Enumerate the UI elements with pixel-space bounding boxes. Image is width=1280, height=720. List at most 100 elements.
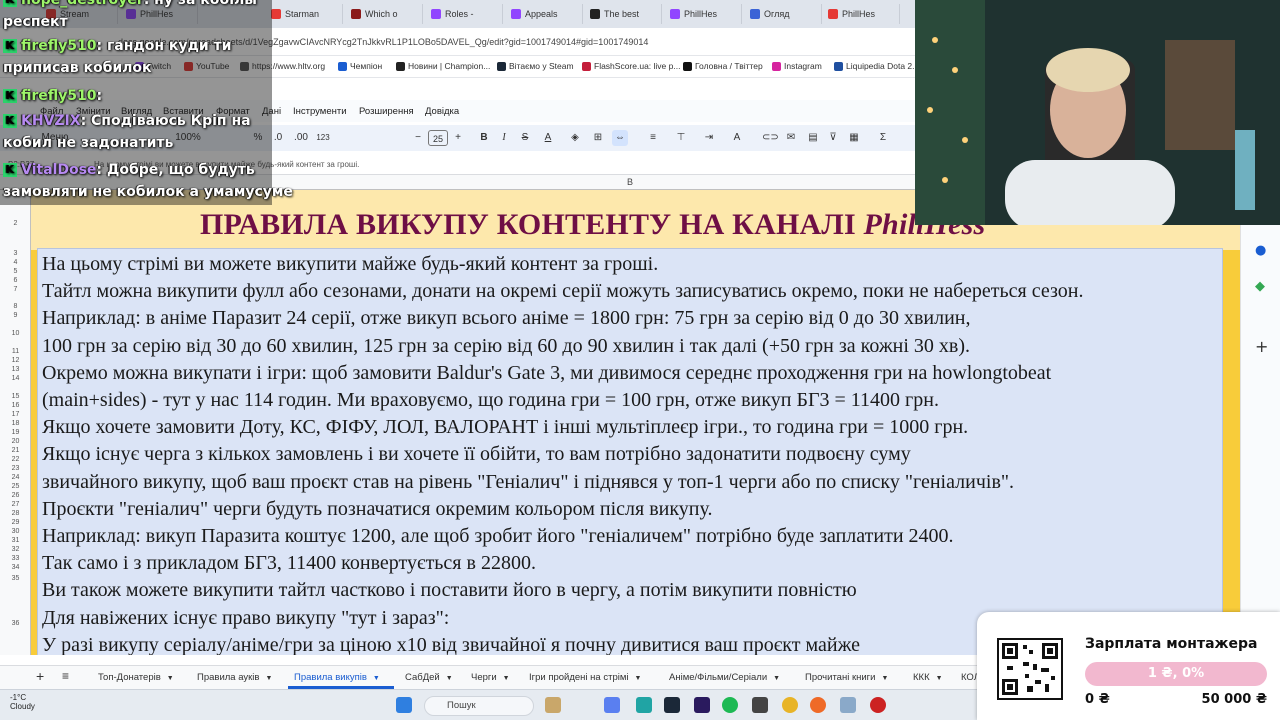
- discord-icon[interactable]: [604, 697, 620, 713]
- app-icon[interactable]: [636, 697, 652, 713]
- browser-tab[interactable]: The best: [584, 4, 662, 24]
- row-number[interactable]: 6: [0, 277, 31, 284]
- browser-tab[interactable]: Starman: [265, 4, 343, 24]
- chevron-down-icon[interactable]: ▼: [265, 675, 272, 682]
- row-number[interactable]: 24: [0, 474, 31, 481]
- functions-icon[interactable]: Σ: [876, 130, 890, 146]
- chevron-down-icon[interactable]: ▼: [446, 675, 453, 682]
- bookmark-item[interactable]: Новини | Champion...: [396, 61, 490, 71]
- firefox-icon[interactable]: [810, 697, 826, 713]
- decrease-decimal-button[interactable]: .0: [270, 130, 286, 146]
- row-number[interactable]: 27: [0, 501, 31, 508]
- sheet-tab[interactable]: ККК ▼: [913, 672, 943, 683]
- chevron-down-icon[interactable]: ▼: [881, 675, 888, 682]
- row-number[interactable]: 8: [0, 303, 31, 310]
- row-number[interactable]: 11: [0, 348, 31, 355]
- premiere-icon[interactable]: [694, 697, 710, 713]
- sheet-tab[interactable]: Правила ауків ▼: [197, 672, 272, 683]
- link-icon[interactable]: ⊂⊃: [762, 130, 779, 146]
- rotate-text-icon[interactable]: A: [730, 130, 744, 146]
- spotify-icon[interactable]: [722, 697, 738, 713]
- sheet-tab[interactable]: СабДей ▼: [405, 672, 453, 683]
- filter-icon[interactable]: ⊽: [826, 130, 840, 146]
- sheet-tab[interactable]: Прочитані книги ▼: [805, 672, 888, 683]
- row-number[interactable]: 30: [0, 528, 31, 535]
- chevron-down-icon[interactable]: ▼: [634, 675, 641, 682]
- row-number[interactable]: 33: [0, 555, 31, 562]
- rules-cell[interactable]: На цьому стрімі ви можете викупити майже…: [37, 248, 1223, 655]
- sheet-tab[interactable]: Правила викупів ▼: [288, 672, 394, 689]
- start-icon[interactable]: [396, 697, 412, 713]
- browser-tab[interactable]: Which o: [345, 4, 423, 24]
- browser-tab[interactable]: Огляд: [744, 4, 822, 24]
- font-size-plus-icon[interactable]: +: [452, 130, 464, 146]
- maps-icon[interactable]: ◆: [1255, 279, 1265, 294]
- row-number[interactable]: 10: [0, 330, 31, 337]
- sheet-tab[interactable]: Аніме/Фільми/Серіали ▼: [669, 672, 780, 683]
- comment-icon[interactable]: ✉: [784, 130, 798, 146]
- align-left-icon[interactable]: ≡: [646, 130, 660, 146]
- merge-cells-icon[interactable]: ⇔: [612, 130, 628, 146]
- text-color-icon[interactable]: A: [541, 130, 555, 146]
- bookmark-item[interactable]: Вітаємо у Steam: [497, 61, 574, 71]
- row-number[interactable]: 25: [0, 483, 31, 490]
- chevron-down-icon[interactable]: ▼: [936, 675, 943, 682]
- row-number[interactable]: 28: [0, 510, 31, 517]
- sheet-tab[interactable]: Черги ▼: [471, 672, 510, 683]
- row-number[interactable]: 19: [0, 429, 31, 436]
- menu-item[interactable]: Розширення: [359, 106, 414, 117]
- row-number[interactable]: 34: [0, 564, 31, 571]
- contacts-icon[interactable]: ●: [1255, 243, 1266, 258]
- browser-tab[interactable]: Appeals: [505, 4, 583, 24]
- chevron-down-icon[interactable]: ▼: [773, 675, 780, 682]
- row-number[interactable]: 5: [0, 268, 31, 275]
- spreadsheet-grid[interactable]: ПРАВИЛА ВИКУПУ КОНТЕНТУ НА КАНАЛІ PhillH…: [31, 190, 1240, 655]
- menu-item[interactable]: Інструменти: [293, 106, 347, 117]
- bold-icon[interactable]: B: [478, 130, 490, 146]
- browser-tab[interactable]: Roles -: [425, 4, 503, 24]
- bookmark-item[interactable]: Чемпіон: [338, 61, 382, 71]
- strikethrough-icon[interactable]: S: [519, 130, 531, 146]
- row-header[interactable]: 2 3 4 5 6 7 8 9 10 11 12 13 14 15 16 17 18 19 20 21 22 23 24 25…: [0, 190, 31, 655]
- row-number[interactable]: 16: [0, 402, 31, 409]
- chevron-down-icon[interactable]: ▼: [167, 675, 174, 682]
- chart-icon[interactable]: ▤: [806, 130, 820, 146]
- add-addon-icon[interactable]: +: [1255, 337, 1268, 356]
- add-sheet-icon[interactable]: +: [36, 668, 44, 684]
- chevron-down-icon[interactable]: ▼: [503, 675, 510, 682]
- increase-decimal-button[interactable]: .00: [292, 130, 310, 146]
- sheet-tab[interactable]: Топ-Донатерів ▼: [98, 672, 174, 683]
- fill-color-icon[interactable]: ◈: [568, 130, 582, 146]
- row-number[interactable]: 36: [0, 620, 31, 627]
- row-number[interactable]: 2: [0, 220, 31, 227]
- browser-tab[interactable]: PhillHes: [822, 4, 900, 24]
- valign-icon[interactable]: ⊤: [674, 130, 688, 146]
- chrome-icon[interactable]: [782, 697, 798, 713]
- row-number[interactable]: 21: [0, 447, 31, 454]
- row-number[interactable]: 35: [0, 575, 31, 582]
- browser-tab[interactable]: PhillHes: [664, 4, 742, 24]
- row-number[interactable]: 29: [0, 519, 31, 526]
- row-number[interactable]: 4: [0, 259, 31, 266]
- row-number[interactable]: 14: [0, 375, 31, 382]
- row-number[interactable]: 15: [0, 393, 31, 400]
- sheet-tab[interactable]: Ігри пройдені на стрімі ▼: [529, 672, 641, 683]
- row-number[interactable]: 18: [0, 420, 31, 427]
- row-number[interactable]: 32: [0, 546, 31, 553]
- app-red-icon[interactable]: [870, 697, 886, 713]
- obs-icon[interactable]: [752, 697, 768, 713]
- row-number[interactable]: 3: [0, 250, 31, 257]
- bookmark-item[interactable]: Liquipedia Dota 2...: [834, 61, 919, 71]
- row-number[interactable]: 12: [0, 357, 31, 364]
- all-sheets-icon[interactable]: ≡: [62, 669, 69, 683]
- row-number[interactable]: 31: [0, 537, 31, 544]
- row-number[interactable]: 7: [0, 286, 31, 293]
- italic-icon[interactable]: I: [498, 130, 510, 146]
- chevron-down-icon[interactable]: ▼: [373, 675, 380, 682]
- bookmark-item[interactable]: Головна / Твіттер: [683, 61, 763, 71]
- borders-icon[interactable]: ⊞: [591, 130, 605, 146]
- row-number[interactable]: 22: [0, 456, 31, 463]
- taskbar-search[interactable]: Пошук: [424, 696, 534, 716]
- font-size-input[interactable]: 25: [428, 130, 448, 146]
- number-format-button[interactable]: 123: [314, 130, 332, 146]
